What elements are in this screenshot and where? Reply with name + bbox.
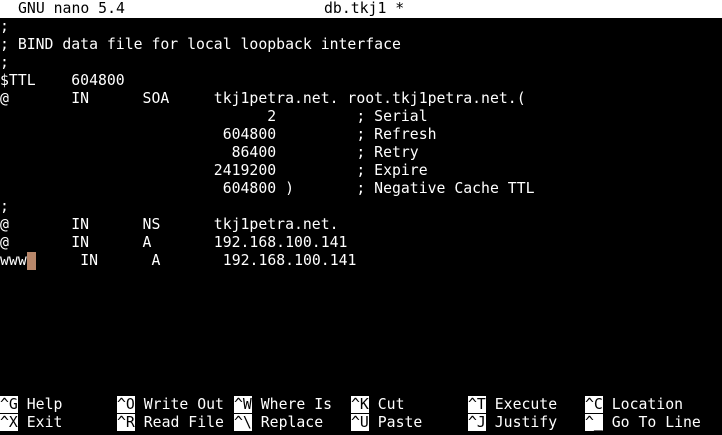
buffer-line: ; — [0, 198, 9, 215]
file-name: db.tkj1 * — [324, 0, 405, 17]
buffer-line: 2419200 ; Expire — [0, 162, 428, 179]
shortcut-key: ^G — [0, 396, 18, 413]
shortcut-label: Go To Line — [611, 414, 701, 431]
buffer-line: @ IN SOA tkj1petra.net. root.tkj1petra.n… — [0, 90, 526, 107]
current-line-text-after: IN A 192.168.100.141 — [35, 252, 357, 269]
shortcut-exit[interactable]: ^X Exit — [0, 414, 62, 432]
buffer-line: ; — [0, 18, 9, 35]
shortcut-go-to-line[interactable]: ^_ Go To Line — [585, 414, 701, 432]
buffer-line: ; BIND data file for local loopback inte… — [0, 36, 401, 53]
shortcut-justify[interactable]: ^J Justify — [468, 414, 557, 432]
buffer-line: @ IN A 192.168.100.141 — [0, 234, 348, 251]
shortcut-cut[interactable]: ^K Cut — [351, 396, 404, 414]
shortcut-label: Exit — [26, 414, 63, 431]
shortcut-paste[interactable]: ^U Paste — [351, 414, 422, 432]
app-version: GNU nano 5.4 — [18, 0, 125, 17]
shortcut-label: Read File — [143, 414, 224, 431]
buffer-line-current: www IN A 192.168.100.141 — [0, 252, 722, 270]
shortcut-write-out[interactable]: ^O Write Out — [117, 396, 224, 414]
shortcut-label: Cut — [377, 396, 405, 413]
shortcut-label: Write Out — [143, 396, 224, 413]
shortcut-label: Where Is — [260, 396, 333, 413]
shortcut-replace[interactable]: ^\ Replace — [234, 414, 323, 432]
shortcut-key: ^X — [0, 414, 18, 431]
shortcut-key: ^R — [117, 414, 135, 431]
shortcut-where-is[interactable]: ^W Where Is — [234, 396, 332, 414]
shortcut-read-file[interactable]: ^R Read File — [117, 414, 224, 432]
shortcut-label: Execute — [494, 396, 558, 413]
shortcut-key: ^K — [351, 396, 369, 413]
shortcut-help[interactable]: ^G Help — [0, 396, 62, 414]
buffer-line: 2 ; Serial — [0, 108, 428, 125]
buffer-line: $TTL 604800 — [0, 72, 125, 89]
shortcut-key: ^C — [585, 396, 603, 413]
shortcut-label: Replace — [260, 414, 324, 431]
shortcut-key: ^O — [117, 396, 135, 413]
buffer-line: 604800 ; Refresh — [0, 126, 437, 143]
shortcut-label: Location — [611, 396, 684, 413]
title-bar: GNU nano 5.4 db.tkj1 * — [0, 0, 722, 18]
shortcut-key: ^T — [468, 396, 486, 413]
buffer-line: 86400 ; Retry — [0, 144, 419, 161]
shortcut-key: ^\ — [234, 414, 252, 431]
shortcut-location[interactable]: ^C Location — [585, 396, 683, 414]
buffer-line: ; — [0, 54, 9, 71]
shortcut-label: Justify — [494, 414, 558, 431]
shortcut-label: Help — [26, 396, 63, 413]
shortcut-label: Paste — [377, 414, 423, 431]
shortcut-execute[interactable]: ^T Execute — [468, 396, 557, 414]
editor-buffer[interactable]: ; ; BIND data file for local loopback in… — [0, 18, 722, 378]
buffer-line: 604800 ) ; Negative Cache TTL — [0, 180, 535, 197]
buffer-line: @ IN NS tkj1petra.net. — [0, 216, 339, 233]
shortcut-key: ^_ — [585, 414, 603, 431]
shortcut-key: ^U — [351, 414, 369, 431]
shortcut-key: ^J — [468, 414, 486, 431]
current-line-text-before: www — [0, 252, 27, 269]
shortcut-key: ^W — [234, 396, 252, 413]
text-cursor — [26, 252, 36, 270]
